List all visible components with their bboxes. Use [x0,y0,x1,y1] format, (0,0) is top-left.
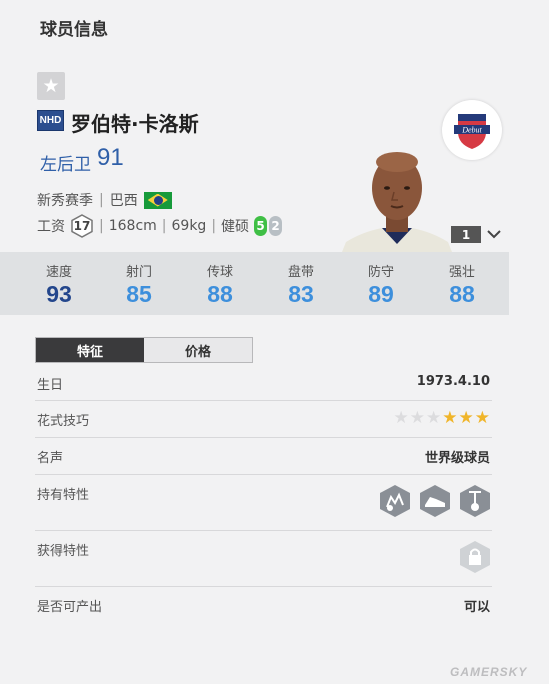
producible-label: 是否可产出 [37,600,103,615]
wage-value: 17 [73,219,91,233]
svg-text:Debut: Debut [461,126,482,135]
stat-passing: 传球 88 [185,252,255,308]
stat-shooting: 射门 85 [104,252,174,308]
star-filled-icon: ★ [474,408,490,428]
player-physical-row: 工资 17 | 168cm | 69kg | 健硕 5 2 [37,214,283,238]
star-empty-icon: ★ [426,408,442,428]
player-meta-row: 新秀赛季 | 巴西 [37,190,172,210]
birthday-label: 生日 [37,378,64,393]
skill-moves-stars: ★ ★ ★ ★ ★ ★ [394,408,491,428]
stat-dribbling: 盘带 83 [266,252,336,308]
right-foot-rating: 2 [269,216,283,236]
info-row-birthday: 生日 1973.4.10 [35,374,492,401]
owned-traits-list [378,484,492,518]
skill-moves-label: 花式技巧 [37,414,90,429]
lock-icon [458,540,492,574]
star-empty-icon: ★ [393,408,409,428]
stat-label: 传球 [206,265,233,280]
nationality: 巴西 [109,193,138,209]
star-empty-icon: ★ [409,408,425,428]
info-row-reputation: 名声 世界级球员 [35,447,492,475]
stat-value: 85 [126,281,152,307]
stat-label: 防守 [367,265,394,280]
stat-value: 93 [46,281,72,307]
reputation-value: 世界级球员 [424,451,490,466]
page-title: 球员信息 [40,20,108,40]
brazil-flag-icon [143,191,172,209]
info-row-producible: 是否可产出 可以 [35,596,492,618]
info-row-acquired-traits: 获得特性 [35,540,492,587]
info-row-skill-moves: 花式技巧 ★ ★ ★ ★ ★ ★ [35,408,492,438]
info-tabs: 特征 价格 [35,337,253,363]
stat-label: 射门 [125,265,152,280]
tab-price[interactable]: 价格 [144,338,252,362]
height-value: 168cm [108,218,157,234]
level-badge[interactable]: 1 [451,226,481,243]
stat-pace: 速度 93 [24,252,94,308]
tab-features[interactable]: 特征 [36,338,144,362]
birthday-value: 1973.4.10 [416,374,490,389]
left-foot-rating: 5 [254,216,268,236]
stat-value: 88 [449,281,475,307]
player-name: 罗伯特·卡洛斯 [71,112,199,136]
stat-label: 强壮 [448,265,475,280]
stat-value: 89 [368,281,394,307]
stat-value: 88 [207,281,233,307]
goalkeeper-trait-icon[interactable] [378,484,412,518]
stat-defending: 防守 89 [346,252,416,308]
boot-trait-icon[interactable] [418,484,452,518]
stat-label: 速度 [45,265,72,280]
stat-value: 83 [288,281,314,307]
reputation-label: 名声 [37,451,64,466]
season-badge: NHD [37,110,64,131]
wage-badge: 17 [70,214,94,238]
player-portrait [342,148,452,252]
owned-traits-label: 持有特性 [37,488,90,503]
watermark: GAMERSKY [450,665,528,679]
wage-label: 工资 [37,219,65,235]
stat-label: 盘带 [287,265,314,280]
stats-bar: 速度 93 射门 85 传球 88 盘带 83 防守 89 强壮 88 [0,252,509,315]
acquired-traits-label: 获得特性 [37,544,90,559]
stat-physical: 强壮 88 [427,252,497,308]
weight-value: 69kg [171,218,207,234]
tie-trait-icon[interactable] [458,484,492,518]
star-filled-icon: ★ [442,408,458,428]
season-type: 新秀赛季 [37,193,93,209]
position-label: 左后卫 [40,155,91,175]
chevron-down-icon[interactable] [486,226,502,242]
physique-value: 健硕 [221,219,250,235]
favorite-star-button[interactable]: ★ [37,72,65,100]
info-row-owned-traits: 持有特性 [35,484,492,531]
producible-value: 可以 [463,600,490,615]
debut-shield-icon: Debut [454,114,490,149]
star-icon: ★ [42,75,60,97]
position-rating: 91 [97,144,124,171]
star-filled-icon: ★ [458,408,474,428]
